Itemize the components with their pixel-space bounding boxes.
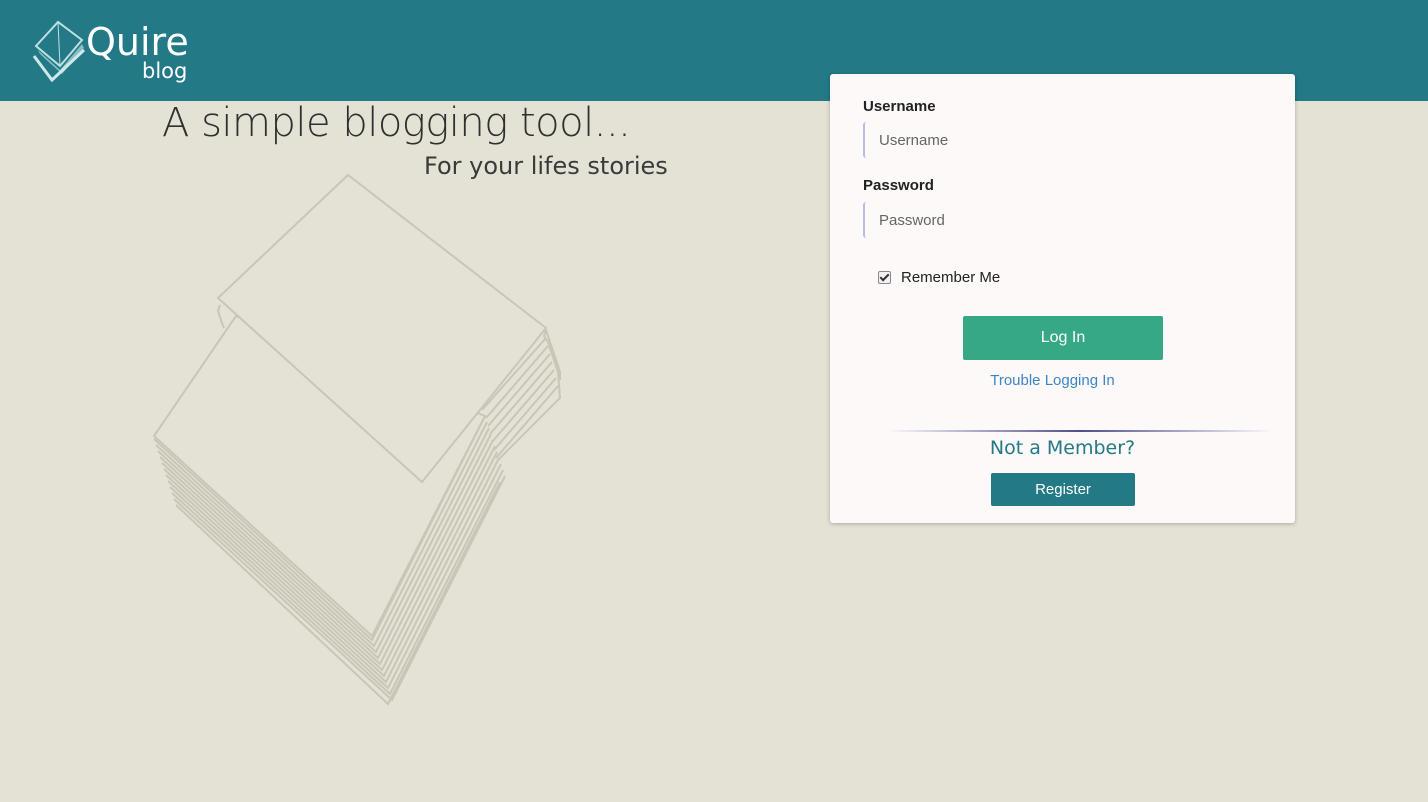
not-member-heading: Not a Member? <box>989 437 1136 459</box>
password-label: Password <box>863 177 934 194</box>
login-card: Username Password Remember Me Log In Tro… <box>830 74 1295 523</box>
brand-logo[interactable]: Quire blog <box>32 16 202 88</box>
login-button[interactable]: Log In <box>963 316 1163 360</box>
remember-me-label: Remember Me <box>901 268 1001 286</box>
password-input[interactable] <box>863 202 1263 238</box>
brand-name: Quire <box>86 20 189 64</box>
brand-subtitle: blog <box>142 59 188 83</box>
paper-stack-icon <box>152 173 562 706</box>
hero-tagline: A simple blogging tool... <box>162 100 631 146</box>
book-check-icon <box>32 20 86 83</box>
trouble-logging-in-link[interactable]: Trouble Logging In <box>830 372 1275 389</box>
register-button[interactable]: Register <box>991 473 1135 506</box>
remember-me-row[interactable]: Remember Me <box>878 267 1000 287</box>
divider <box>888 430 1272 432</box>
username-input[interactable] <box>863 122 1263 158</box>
remember-me-checkbox[interactable] <box>878 270 891 284</box>
username-label: Username <box>863 98 936 115</box>
